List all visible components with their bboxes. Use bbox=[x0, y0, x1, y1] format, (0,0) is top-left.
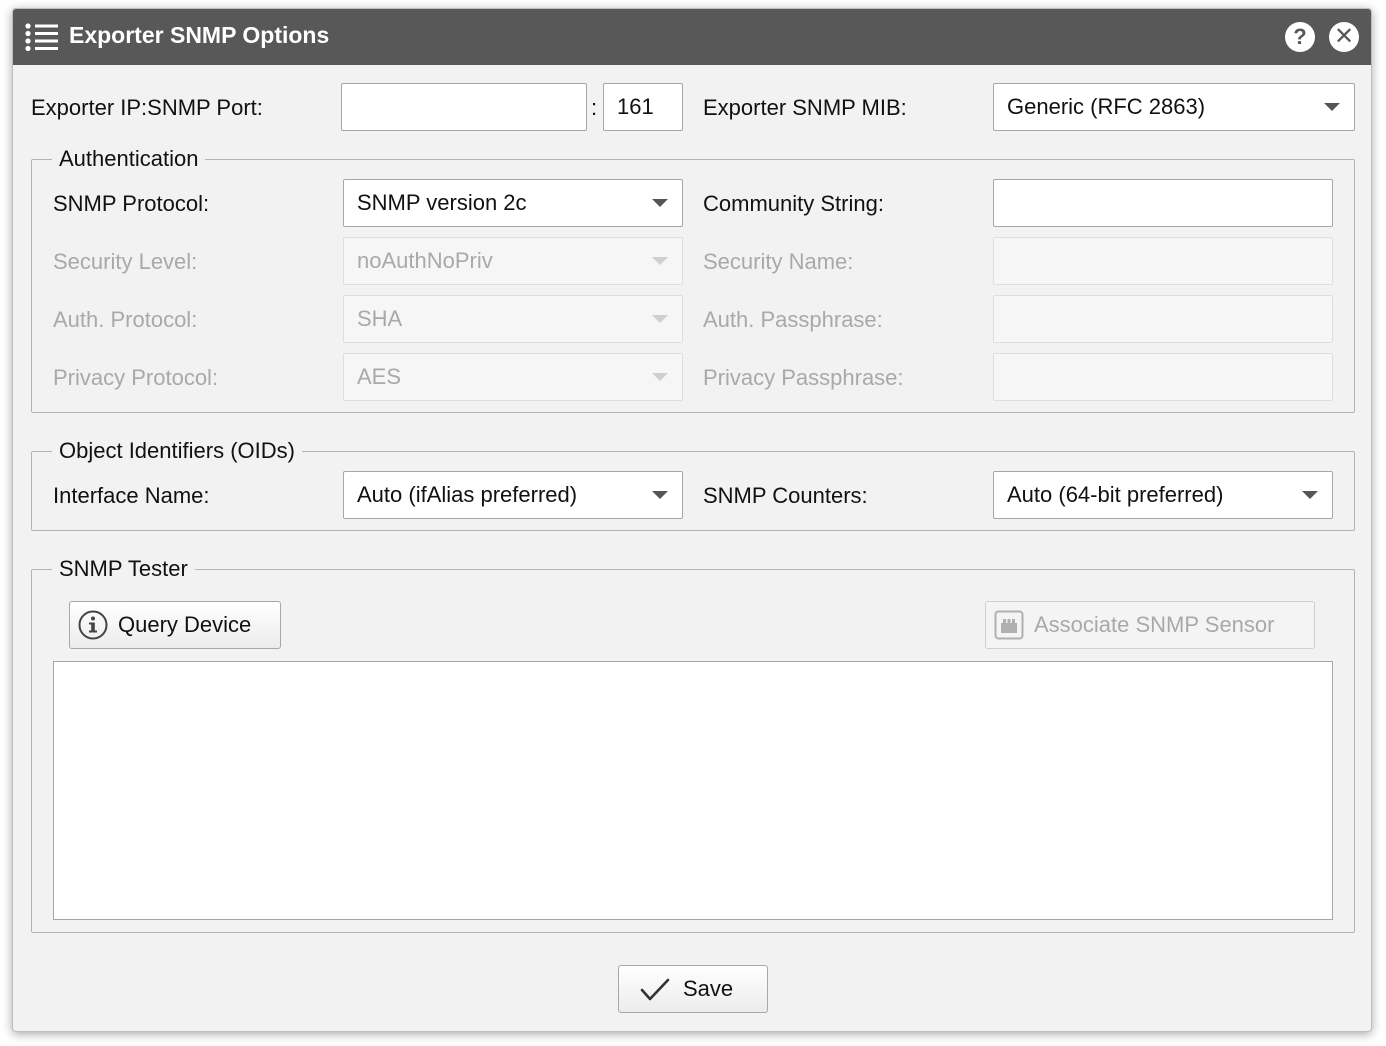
privacy-passphrase-label: Privacy Passphrase: bbox=[703, 365, 904, 390]
chevron-down-icon bbox=[652, 315, 668, 323]
save-button[interactable]: Save bbox=[618, 965, 768, 1013]
snmp-counters-value: Auto (64-bit preferred) bbox=[1007, 482, 1224, 507]
query-device-label: Query Device bbox=[118, 612, 252, 637]
mib-select[interactable]: Generic (RFC 2863) bbox=[993, 83, 1355, 131]
sensor-icon bbox=[994, 610, 1024, 640]
snmp-tester-legend: SNMP Tester bbox=[52, 555, 195, 583]
ip-port-separator: : bbox=[591, 95, 598, 120]
info-icon bbox=[78, 610, 108, 640]
ip-port-label: Exporter IP:SNMP Port: bbox=[31, 95, 263, 120]
oids-legend: Object Identifiers (OIDs) bbox=[52, 437, 302, 465]
auth-passphrase-input[interactable] bbox=[993, 295, 1333, 343]
mib-select-value: Generic (RFC 2863) bbox=[1007, 94, 1206, 119]
auth-protocol-value: SHA bbox=[357, 306, 403, 331]
list-icon[interactable] bbox=[25, 23, 59, 51]
security-name-input[interactable] bbox=[993, 237, 1333, 285]
security-name-label: Security Name: bbox=[703, 249, 854, 274]
community-string-input[interactable] bbox=[993, 179, 1333, 227]
tester-output-area[interactable] bbox=[53, 661, 1333, 920]
dialog-title: Exporter SNMP Options bbox=[69, 22, 330, 48]
associate-snmp-sensor-button[interactable]: Associate SNMP Sensor bbox=[985, 601, 1315, 649]
privacy-protocol-label: Privacy Protocol: bbox=[53, 365, 219, 390]
close-icon[interactable]: ✕ bbox=[1329, 22, 1359, 52]
help-icon[interactable]: ? bbox=[1285, 22, 1315, 52]
interface-name-value: Auto (ifAlias preferred) bbox=[357, 482, 578, 507]
chevron-down-icon bbox=[652, 257, 668, 265]
snmp-protocol-select[interactable]: SNMP version 2c bbox=[343, 179, 683, 227]
chevron-down-icon bbox=[1324, 103, 1340, 111]
auth-protocol-label: Auth. Protocol: bbox=[53, 307, 198, 332]
snmp-options-dialog: Exporter SNMP Options ? ✕ Exporter IP:SN… bbox=[12, 8, 1372, 1032]
security-level-value: noAuthNoPriv bbox=[357, 248, 493, 273]
community-string-label: Community String: bbox=[703, 191, 884, 216]
interface-name-label: Interface Name: bbox=[53, 483, 210, 508]
save-button-label: Save bbox=[683, 976, 734, 1001]
snmp-counters-label: SNMP Counters: bbox=[703, 483, 868, 508]
chevron-down-icon bbox=[652, 373, 668, 381]
exporter-ip-input[interactable] bbox=[341, 83, 587, 131]
query-device-button[interactable]: Query Device bbox=[69, 601, 281, 649]
chevron-down-icon bbox=[652, 199, 668, 207]
mib-label: Exporter SNMP MIB: bbox=[703, 95, 907, 120]
checkmark-icon bbox=[640, 978, 670, 1001]
privacy-passphrase-input[interactable] bbox=[993, 353, 1333, 401]
privacy-protocol-select[interactable]: AES bbox=[343, 353, 683, 401]
security-level-select[interactable]: noAuthNoPriv bbox=[343, 237, 683, 285]
associate-snmp-sensor-label: Associate SNMP Sensor bbox=[1034, 612, 1275, 637]
interface-name-select[interactable]: Auto (ifAlias preferred) bbox=[343, 471, 683, 519]
snmp-port-input[interactable]: 161 bbox=[603, 83, 683, 131]
security-level-label: Security Level: bbox=[53, 249, 198, 274]
privacy-protocol-value: AES bbox=[357, 364, 402, 389]
snmp-protocol-label: SNMP Protocol: bbox=[53, 191, 210, 216]
auth-protocol-select[interactable]: SHA bbox=[343, 295, 683, 343]
chevron-down-icon bbox=[1302, 491, 1318, 499]
auth-passphrase-label: Auth. Passphrase: bbox=[703, 307, 883, 332]
title-bar[interactable]: Exporter SNMP Options ? ✕ bbox=[13, 9, 1371, 65]
authentication-legend: Authentication bbox=[52, 145, 206, 173]
snmp-counters-select[interactable]: Auto (64-bit preferred) bbox=[993, 471, 1333, 519]
chevron-down-icon bbox=[652, 491, 668, 499]
snmp-protocol-value: SNMP version 2c bbox=[357, 190, 527, 215]
